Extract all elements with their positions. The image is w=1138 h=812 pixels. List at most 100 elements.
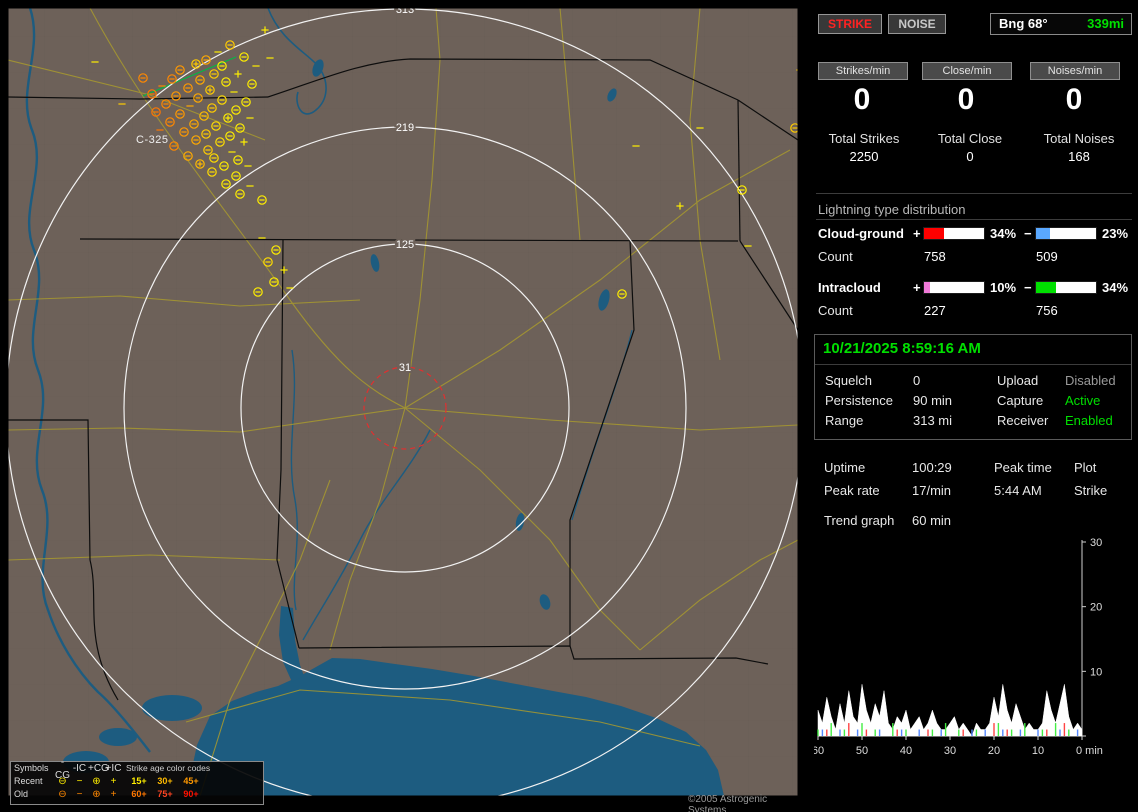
legend-row: Old ⊖ − ⊕ +60+ 75+ 90+ <box>14 789 199 800</box>
divider <box>816 219 1132 220</box>
total-close-value: 0 <box>966 149 974 164</box>
svg-text:10: 10 <box>1032 745 1044 757</box>
range-value: 313 mi <box>913 413 953 428</box>
uptime-label: Uptime <box>824 460 866 475</box>
intracloud-row: Intracloud + 10% − 34% <box>812 280 1138 296</box>
uptime-row: Uptime 100:29 Peak time Plot <box>812 460 1138 478</box>
status-box: 10/21/2025 8:59:16 AM Squelch 0 Upload D… <box>814 334 1132 440</box>
total-strikes-value: 2250 <box>849 149 879 164</box>
range-label: Range <box>825 413 864 428</box>
trend-graph-window: 60 min <box>912 513 952 528</box>
storm-cell-label: C-325 <box>136 134 169 146</box>
upload-value: Disabled <box>1065 373 1116 388</box>
distribution-title: Lightning type distribution <box>818 202 966 217</box>
ic-positive-pct: 10% <box>990 280 1017 295</box>
cg-negative-count: 509 <box>1036 249 1058 264</box>
plus-sign: + <box>913 280 921 295</box>
cg-positive-bar <box>923 227 985 240</box>
map-legend: Symbols -CG -IC +CG +IC Strike age color… <box>10 757 264 805</box>
map-canvas[interactable]: 313 219 125 31 <box>0 0 806 812</box>
datetime-display: 10/21/2025 8:59:16 AM <box>823 340 981 357</box>
cloud-ground-label: Cloud-ground <box>818 226 904 241</box>
legend-symbols-title: Symbols <box>14 763 49 773</box>
total-noises-label: Total Noises <box>1043 131 1115 146</box>
side-panel: STRIKE NOISE Bng 68° 339mi Strikes/min C… <box>812 0 1138 812</box>
svg-text:313: 313 <box>396 4 414 16</box>
close-per-min-value: 0 <box>957 83 975 116</box>
trend-graph-row: Trend graph 60 min <box>812 513 1138 531</box>
cg-negative-bar <box>1035 227 1097 240</box>
total-strikes-label: Total Strikes <box>828 131 900 146</box>
legend-col-pos-cg: +CG <box>88 763 109 774</box>
svg-text:219: 219 <box>396 122 414 134</box>
plus-sign: + <box>913 226 921 241</box>
svg-text:31: 31 <box>399 362 411 374</box>
plot-label: Plot <box>1074 460 1097 475</box>
close-per-min-box[interactable]: Close/min <box>922 62 1012 80</box>
noises-per-min-value: 0 <box>1065 83 1083 116</box>
plot-mode-value: Strike <box>1074 483 1108 498</box>
status-row: Range 313 mi Receiver Enabled <box>815 413 1131 431</box>
legend-rows: Recent ⊖ − ⊕ +15+ 30+ 45+ Old ⊖ − ⊕ +60+ 75+ 90+ <box>11 775 263 801</box>
legend-header-row: Symbols -CG -IC +CG +IC Strike age color… <box>11 757 263 781</box>
total-noises-value: 168 <box>1068 149 1090 164</box>
bearing-value: Bng 68° <box>999 16 1048 31</box>
peak-rate-label: Peak rate <box>824 483 880 498</box>
cloud-ground-count-row: Count 758 509 <box>812 249 1138 265</box>
receiver-value: Enabled <box>1065 413 1113 428</box>
cg-positive-pct: 34% <box>990 226 1017 241</box>
svg-text:30: 30 <box>944 745 956 757</box>
squelch-label: Squelch <box>825 373 872 388</box>
noises-per-min-box[interactable]: Noises/min <box>1030 62 1120 80</box>
status-row: Squelch 0 Upload Disabled <box>815 373 1131 391</box>
bearing-distance-box: Bng 68° 339mi <box>990 13 1132 35</box>
count-label: Count <box>818 303 853 318</box>
ic-negative-pct: 34% <box>1102 280 1129 295</box>
svg-text:30: 30 <box>1090 537 1102 549</box>
ic-positive-count: 227 <box>924 303 946 318</box>
svg-text:50: 50 <box>856 745 868 757</box>
strikes-per-min-box[interactable]: Strikes/min <box>818 62 908 80</box>
peak-rate-value: 17/min <box>912 483 952 498</box>
squelch-value: 0 <box>913 373 921 388</box>
app-window: 313 219 125 31 C-325 Symbols -CG -IC +CG +I… <box>0 0 1138 812</box>
svg-text:60: 60 <box>814 745 824 757</box>
divider <box>815 364 1131 365</box>
count-label: Count <box>818 249 853 264</box>
ic-negative-count: 756 <box>1036 303 1058 318</box>
distance-value: 339mi <box>1087 16 1124 31</box>
total-close-label: Total Close <box>937 131 1003 146</box>
persistence-label: Persistence <box>825 393 893 408</box>
cg-negative-pct: 23% <box>1102 226 1129 241</box>
strike-button[interactable]: STRIKE <box>818 14 882 34</box>
minus-sign: − <box>1024 280 1032 295</box>
noise-button[interactable]: NOISE <box>888 14 946 34</box>
cg-positive-count: 758 <box>924 249 946 264</box>
svg-text:125: 125 <box>396 239 414 251</box>
copyright-text: ©2005 Astrogenic Systems <box>688 794 768 812</box>
peak-time-value: 5:44 AM <box>994 483 1042 498</box>
ic-negative-bar <box>1035 281 1097 294</box>
legend-age-title: Strike age color codes <box>126 763 211 773</box>
intracloud-label: Intracloud <box>818 280 881 295</box>
legend-col-pos-ic: +IC <box>105 763 122 774</box>
upload-label: Upload <box>997 373 1039 388</box>
svg-text:10: 10 <box>1090 666 1102 678</box>
capture-value: Active <box>1065 393 1101 408</box>
intracloud-count-row: Count 227 756 <box>812 303 1138 319</box>
minus-sign: − <box>1024 226 1032 241</box>
legend-col-neg-ic: -IC <box>72 763 87 774</box>
cloud-ground-row: Cloud-ground + 34% − 23% <box>812 226 1138 242</box>
ic-positive-bar <box>923 281 985 294</box>
receiver-label: Receiver <box>997 413 1049 428</box>
status-row: Persistence 90 min Capture Active <box>815 393 1131 411</box>
peak-time-label: Peak time <box>994 460 1052 475</box>
capture-label: Capture <box>997 393 1044 408</box>
trend-chart: 10 20 30 60 50 40 30 20 10 0 min <box>814 537 1103 757</box>
svg-text:20: 20 <box>988 745 1000 757</box>
peak-rate-row: Peak rate 17/min 5:44 AM Strike <box>812 483 1138 501</box>
legend-row: Recent ⊖ − ⊕ +15+ 30+ 45+ <box>14 776 199 787</box>
map-area[interactable]: 313 219 125 31 C-325 Symbols -CG -IC +CG +I… <box>0 0 806 812</box>
divider <box>816 193 1132 194</box>
svg-text:20: 20 <box>1090 602 1102 614</box>
